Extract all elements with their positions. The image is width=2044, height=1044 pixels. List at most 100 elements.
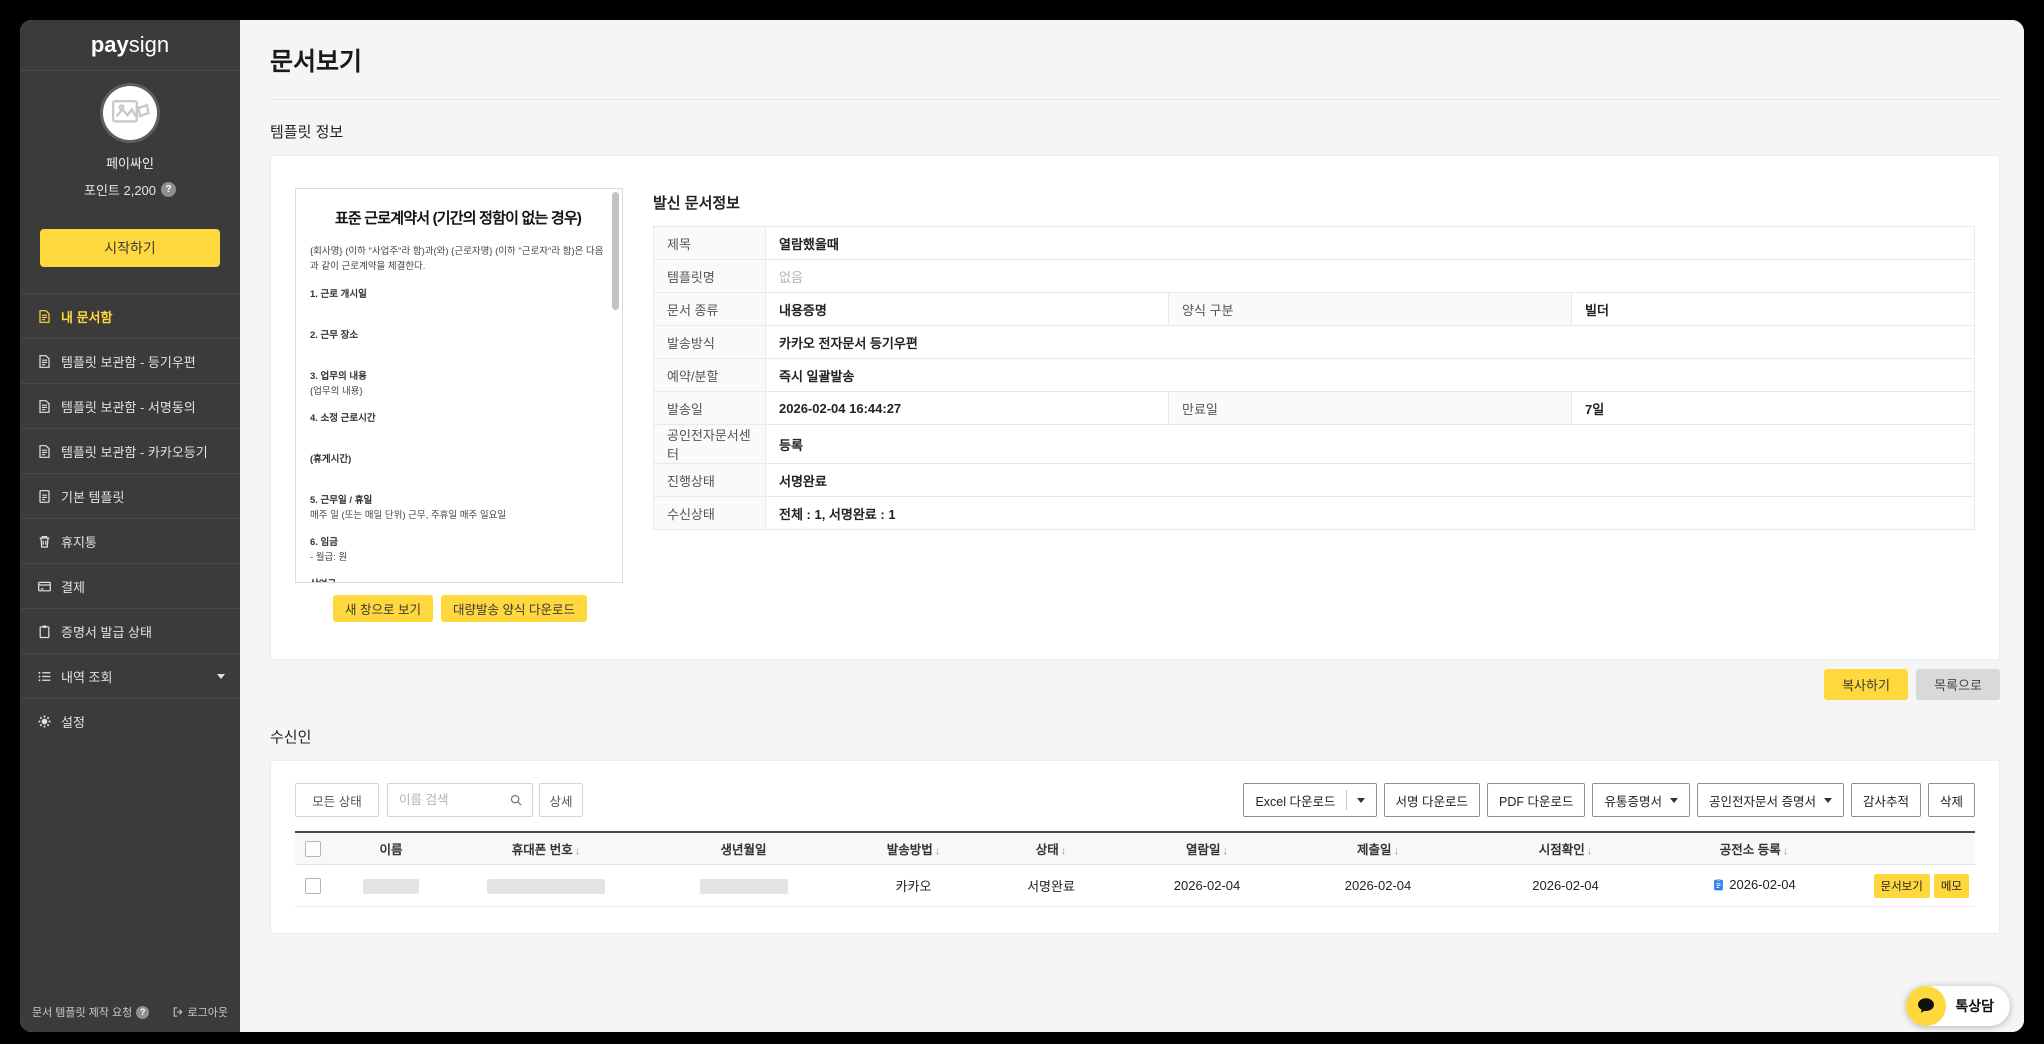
sidebar-item-3[interactable]: 템플릿 보관함 - 카카오등기: [20, 428, 240, 473]
doc-info-label: 템플릿명: [654, 260, 766, 293]
doc-info-value: 열람했을때: [766, 227, 1975, 260]
list-icon: [37, 669, 52, 684]
sidebar-item-label: 증명서 발급 상태: [61, 622, 152, 641]
points-help-icon[interactable]: ?: [161, 182, 176, 197]
contract-heading: 2. 근무 장소: [310, 327, 606, 341]
page-title: 문서보기: [270, 20, 2000, 78]
action-button-3[interactable]: 유통증명서: [1592, 783, 1690, 817]
bulk-form-download-button[interactable]: 대량발송 양식 다운로드: [441, 595, 587, 622]
sidebar-item-7[interactable]: 증명서 발급 상태: [20, 608, 240, 653]
points-row: 포인트 2,200 ?: [20, 180, 240, 199]
search-icon[interactable]: [509, 793, 523, 807]
chat-label: 톡상담: [1955, 996, 1994, 1016]
sidebar-item-label: 내 문서함: [61, 307, 112, 326]
sidebar-item-8[interactable]: 내역 조회: [20, 653, 240, 698]
chat-consult-button[interactable]: 톡상담: [1906, 986, 2010, 1026]
contract-text: {회사명} (이하 "사업주"라 함)과(와) {근로자명} (이하 "근로자"…: [310, 245, 606, 274]
viewed-date: 2026-02-04: [1174, 878, 1241, 893]
sidebar-item-2[interactable]: 템플릿 보관함 - 서명동의: [20, 383, 240, 428]
doc-info-row: 발송방식카카오 전자문서 등기우편: [654, 326, 1975, 359]
logout-link[interactable]: 로그아웃: [172, 1004, 228, 1020]
column-header-label: 발송방법: [887, 843, 933, 857]
redacted-phone: [487, 879, 605, 894]
sidebar-item-9[interactable]: 설정: [20, 698, 240, 743]
sidebar-item-label: 기본 템플릿: [61, 487, 124, 506]
doc-info-label: 제목: [654, 227, 766, 260]
sidebar-item-6[interactable]: 결제: [20, 563, 240, 608]
submitted-date: 2026-02-04: [1345, 878, 1412, 893]
select-all-checkbox[interactable]: [305, 841, 321, 857]
doc-info-row: 발송일2026-02-04 16:44:27만료일7일: [654, 392, 1975, 425]
sidebar-item-label: 결제: [61, 577, 85, 596]
doc-info-title: 발신 문서정보: [653, 192, 1975, 213]
certificate-icon: [1712, 878, 1725, 891]
action-button-label: 공인전자문서 증명서: [1709, 791, 1816, 810]
memo-tag-button[interactable]: 메모: [1934, 874, 1969, 898]
action-button-2[interactable]: PDF 다운로드: [1487, 783, 1585, 817]
column-header[interactable]: 제출일↓: [1293, 832, 1463, 865]
contract-text: {업무의 내용}: [310, 385, 606, 398]
doc-info-pane: 발신 문서정보 제목열람했을때템플릿명없음문서 종류내용증명양식 구분빌더발송방…: [653, 180, 1975, 635]
copy-button[interactable]: 복사하기: [1824, 669, 1908, 700]
preview-buttons: 새 창으로 보기 대량발송 양식 다운로드: [295, 595, 625, 622]
doc-info-label: 만료일: [1169, 392, 1572, 425]
sort-icon: ↓: [935, 845, 941, 857]
row-checkbox[interactable]: [305, 878, 321, 894]
sidebar-item-0[interactable]: 내 문서함: [20, 293, 240, 338]
detail-filter-button[interactable]: 상세: [539, 783, 583, 817]
action-button-label: 유통증명서: [1604, 791, 1662, 810]
column-header-label: 공전소 등록: [1720, 843, 1781, 857]
doc-info-label: 발송방식: [654, 326, 766, 359]
doc-info-row: 문서 종류내용증명양식 구분빌더: [654, 293, 1975, 326]
sidebar-footer: 문서 템플릿 제작 요청 ? 로그아웃: [20, 1004, 240, 1032]
sidebar: paysign 페이싸인 포인트 2,200 ? 시작하기 내 문: [20, 20, 240, 1032]
avatar[interactable]: [103, 86, 157, 140]
center-date: 2026-02-04: [1729, 877, 1796, 892]
recipients-card: 모든 상태 상세 Excel 다운로드서명 다운로드PDF 다운로드유통증명서공…: [270, 760, 2000, 934]
sidebar-menu: 내 문서함템플릿 보관함 - 등기우편템플릿 보관함 - 서명동의템플릿 보관함…: [20, 293, 240, 1004]
column-header[interactable]: 발송방법↓: [846, 832, 981, 865]
contract-heading: 4. 소정 근로시간: [310, 410, 606, 424]
template-request-link[interactable]: 문서 템플릿 제작 요청 ?: [32, 1004, 149, 1020]
sidebar-item-1[interactable]: 템플릿 보관함 - 등기우편: [20, 338, 240, 383]
doc-info-row: 진행상태서명완료: [654, 464, 1975, 497]
main-content: 문서보기 템플릿 정보 표준 근로계약서 (기간의 정함이 없는 경우) {회사…: [240, 20, 2024, 1032]
column-header-label: 열람일: [1186, 843, 1221, 857]
sort-icon: ↓: [1223, 845, 1229, 857]
action-button-5[interactable]: 감사추적: [1851, 783, 1921, 817]
doc-info-value: 등록: [766, 425, 1975, 464]
column-header-label: 생년월일: [720, 843, 766, 857]
trash-icon: [37, 534, 52, 549]
action-button-0[interactable]: Excel 다운로드: [1243, 783, 1376, 817]
sidebar-item-4[interactable]: 기본 템플릿: [20, 473, 240, 518]
contract-heading: 5. 근무일 / 휴일: [310, 492, 606, 506]
name-search-input[interactable]: [397, 792, 509, 808]
status-filter-select[interactable]: 모든 상태: [295, 783, 379, 817]
recipients-section-label: 수신인: [270, 726, 2000, 747]
template-section-label: 템플릿 정보: [270, 121, 2000, 142]
chevron-down-icon: [1357, 798, 1365, 803]
column-header[interactable]: 상태↓: [981, 832, 1121, 865]
action-button-4[interactable]: 공인전자문서 증명서: [1697, 783, 1844, 817]
recipient-row: 카카오서명완료2026-02-042026-02-042026-02-04202…: [295, 865, 1975, 907]
column-header[interactable]: 시점확인↓: [1463, 832, 1668, 865]
column-header[interactable]: 공전소 등록↓: [1668, 832, 1840, 865]
sidebar-item-label: 설정: [61, 712, 85, 731]
open-new-window-button[interactable]: 새 창으로 보기: [333, 595, 433, 622]
back-to-list-button[interactable]: 목록으로: [1916, 669, 2000, 700]
column-header[interactable]: 열람일↓: [1121, 832, 1293, 865]
preview-scrollbar[interactable]: [612, 192, 619, 310]
column-header[interactable]: 휴대폰 번호↓: [451, 832, 641, 865]
doc-info-label: 진행상태: [654, 464, 766, 497]
recipients-toolbar: 모든 상태 상세 Excel 다운로드서명 다운로드PDF 다운로드 유통증명서 공…: [295, 783, 1975, 817]
doc-view-tag-button[interactable]: 문서보기: [1874, 874, 1930, 898]
start-button[interactable]: 시작하기: [40, 229, 220, 267]
logo-bold: pay: [91, 32, 129, 58]
action-button-6[interactable]: 삭제: [1928, 783, 1975, 817]
action-button-1[interactable]: 서명 다운로드: [1384, 783, 1480, 817]
chevron-down-icon: [1670, 798, 1678, 803]
sidebar-item-5[interactable]: 휴지통: [20, 518, 240, 563]
logo-light: sign: [129, 32, 169, 58]
paysign-logo[interactable]: paysign: [20, 20, 240, 71]
document-icon: [37, 309, 52, 324]
